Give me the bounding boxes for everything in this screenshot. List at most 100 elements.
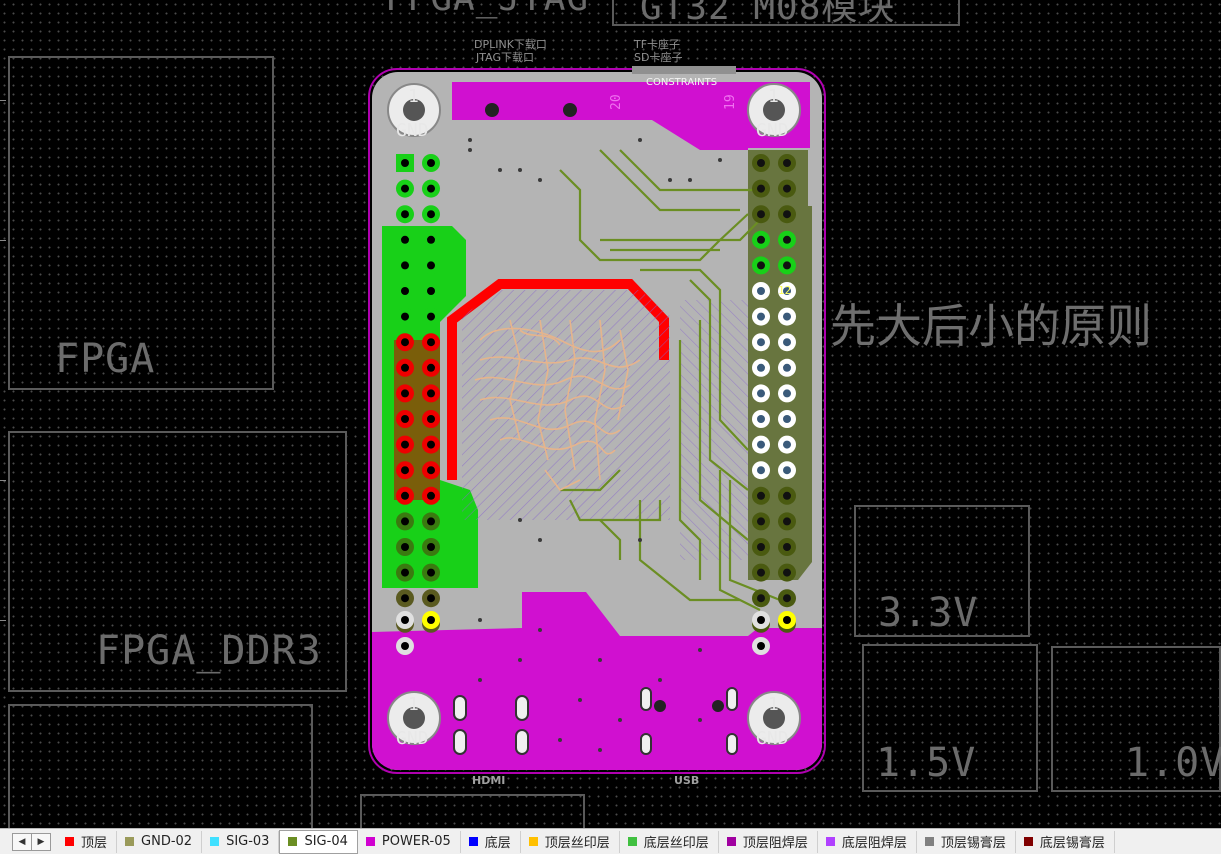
pin-hole	[783, 363, 791, 372]
pin-hole	[757, 338, 765, 347]
pin-hole	[757, 363, 765, 372]
pin-hole	[757, 440, 765, 449]
hole-net: GND	[756, 120, 789, 141]
pin-hole	[783, 415, 791, 423]
layer-tab-label: 顶层阻焊层	[742, 836, 808, 851]
pin-hole	[427, 338, 435, 347]
layer-color-swatch	[468, 837, 478, 846]
layer-tab-label: POWER-05	[381, 834, 451, 849]
pin-hole	[783, 312, 791, 321]
pin-hole	[427, 235, 435, 244]
pin-hole	[783, 210, 791, 219]
pin-hole	[427, 568, 435, 577]
layer-tab[interactable]: GND-02	[117, 830, 203, 853]
pin-hole	[783, 466, 791, 475]
pin-hole	[401, 517, 409, 526]
layer-nav: ◀ ▶	[12, 832, 51, 851]
pin-hole	[783, 261, 791, 270]
layer-color-swatch	[365, 837, 375, 846]
pin-hole	[427, 261, 435, 270]
layer-color-swatch	[125, 837, 135, 846]
layer-tab[interactable]: POWER-05	[358, 830, 461, 853]
pin-hole	[427, 363, 435, 372]
hole-net: GND	[396, 728, 429, 749]
pin-hole	[427, 415, 435, 423]
pin-hole	[427, 616, 435, 624]
pin-hole	[783, 184, 791, 193]
pin-hole	[427, 184, 435, 193]
layer-color-swatch	[210, 837, 220, 846]
silk-constraints: CONSTRAINTS	[646, 77, 717, 88]
layer-tab[interactable]: SIG-04	[279, 829, 358, 854]
via-large	[563, 103, 577, 117]
pin-hole	[427, 543, 435, 551]
layer-color-swatch	[825, 837, 835, 846]
layer-tab[interactable]: 底层阻焊层	[818, 830, 917, 853]
layer-tab-label: 底层丝印层	[643, 836, 709, 851]
layer-color-swatch	[627, 837, 637, 846]
layer-color-swatch	[924, 837, 934, 846]
scroll-left-icon[interactable]: ◀	[13, 833, 31, 850]
hole-number: 1	[408, 694, 419, 715]
pin-hole	[757, 642, 765, 650]
pin-hole	[427, 312, 435, 321]
layer-tab-label: 底层阻焊层	[841, 836, 907, 851]
layer-tab[interactable]: 底层丝印层	[620, 830, 719, 853]
pin-hole	[757, 312, 765, 321]
pin-hole	[427, 466, 435, 475]
pin-hole	[783, 568, 791, 577]
scroll-right-icon[interactable]: ▶	[31, 833, 50, 850]
hole-number: 1	[408, 86, 419, 107]
pin-hole	[401, 312, 409, 321]
pin-hole	[401, 415, 409, 423]
pin-hole	[401, 338, 409, 347]
pcb-board[interactable]: DPLINK下载口 JTAG下载口 TF卡座子 SD卡座子 CONSTRAINT…	[0, 0, 1221, 828]
pcb-canvas[interactable]: FPGA FPGA_DDR3 3.3V 1.5V 1.0V FPGA_JTAG …	[0, 0, 1221, 828]
pin-hole	[401, 389, 409, 398]
layer-tab-bar: ◀ ▶ 顶层 GND-02 SIG-03 SIG-04 POWER-05 底层 顶层丝印层 底…	[0, 828, 1221, 854]
pin-hole	[401, 184, 409, 193]
layer-tab[interactable]: SIG-03	[202, 830, 280, 853]
pin-hole	[401, 287, 409, 295]
layer-tab-label: 顶层	[81, 836, 108, 851]
silk-usb: USB	[674, 774, 699, 787]
pin-hole	[783, 517, 791, 526]
layer-tab[interactable]: 顶层	[57, 830, 118, 853]
pin-hole	[757, 261, 765, 270]
layer-tab[interactable]: 底层	[461, 830, 521, 853]
layer-color-swatch	[65, 837, 74, 846]
silk-pin-19: 19	[723, 94, 738, 110]
layer-tab-label: 顶层锡膏层	[940, 836, 1006, 851]
hole-number: 1	[768, 86, 779, 107]
pin-hole	[757, 389, 765, 398]
layer-tab[interactable]: 顶层丝印层	[521, 830, 620, 853]
layer-tab[interactable]: 底层锡膏层	[1016, 830, 1115, 853]
pin-hole	[427, 287, 435, 295]
pin-hole	[757, 517, 765, 526]
pin-hole	[757, 159, 765, 167]
pin-hole	[427, 517, 435, 526]
layer-tab-label: SIG-04	[304, 834, 348, 849]
silk-pin-12: 12	[778, 284, 791, 297]
hole-net: GND	[756, 728, 789, 749]
layer-tab[interactable]: 顶层阻焊层	[719, 830, 818, 853]
pin-hole	[757, 491, 765, 500]
pin-hole	[401, 210, 409, 219]
layer-tab-label: 顶层丝印层	[544, 836, 610, 851]
pin-hole	[401, 363, 409, 372]
layer-tab[interactable]: 顶层锡膏层	[917, 830, 1016, 853]
pin-hole	[757, 543, 765, 551]
pin-hole	[783, 338, 791, 347]
hole-net: GND	[396, 120, 429, 141]
silk-tf: TF卡座子	[633, 37, 680, 51]
pin-hole	[783, 389, 791, 398]
silk-dplink: DPLINK下载口	[474, 38, 547, 51]
layer-tabs: 顶层 GND-02 SIG-03 SIG-04 POWER-05 底层 顶层丝印层 底层丝印层…	[57, 829, 1115, 854]
silk-sd: SD卡座子	[634, 50, 682, 64]
layer-color-swatch	[1023, 837, 1033, 846]
via-large	[485, 103, 499, 117]
pin-hole	[401, 642, 409, 650]
pin-hole	[783, 594, 791, 603]
pin-hole	[427, 594, 435, 603]
layer-tab-label: SIG-03	[226, 834, 270, 849]
